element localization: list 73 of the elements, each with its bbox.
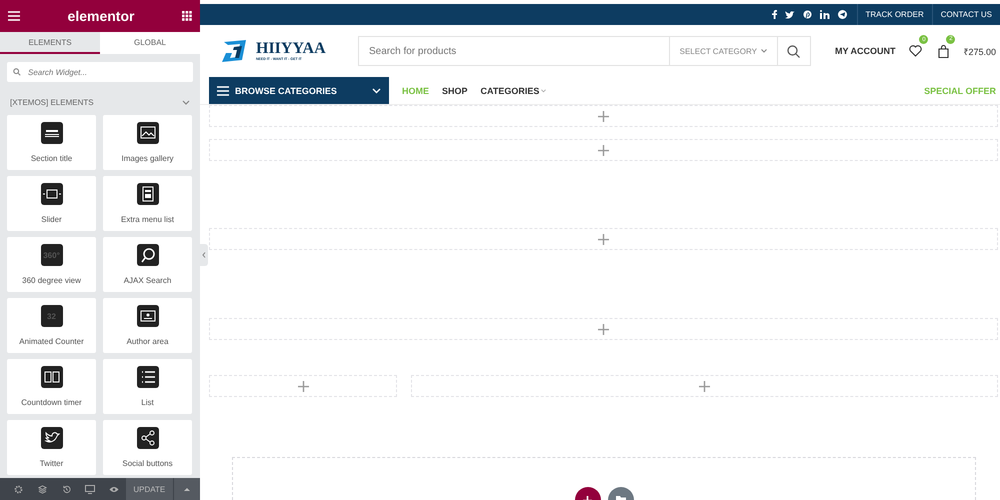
settings-icon[interactable] [14, 484, 22, 494]
menu-list-icon [136, 183, 158, 205]
search-icon [13, 68, 21, 76]
widget-label: 360 degree view [22, 276, 81, 285]
search-field[interactable]: Search Widget... [7, 62, 193, 82]
widget-card[interactable]: List [103, 359, 192, 414]
plus-icon[interactable] [598, 324, 609, 334]
widget-card[interactable]: Social buttons [103, 420, 192, 475]
widget-label: Slider [41, 215, 62, 224]
chevron-icon [372, 88, 381, 94]
chevron-icon [760, 49, 767, 53]
widget-card[interactable]: Images gallery [103, 115, 192, 170]
widget-label: List [141, 398, 154, 407]
widget-label: Social buttons [122, 459, 173, 468]
widget-card[interactable]: Countdown timer [7, 359, 96, 414]
widget-card[interactable]: Section title [7, 115, 96, 170]
widget-label: Images gallery [121, 154, 174, 163]
menu-icon [217, 86, 229, 96]
author-icon [136, 305, 158, 327]
topbar-link[interactable]: TRACK ORDER [856, 4, 932, 25]
image-icon [136, 122, 158, 144]
plus-icon[interactable] [598, 234, 609, 244]
widget-label: Animated Counter [19, 337, 84, 346]
plus-icon[interactable] [699, 380, 710, 392]
desktop-icon[interactable] [85, 484, 95, 494]
widget-label: Extra menu list [121, 215, 174, 224]
send-icon[interactable] [838, 10, 846, 19]
title-icon [40, 122, 62, 144]
browse-categories-button[interactable]: BROWSE CATEGORIES [209, 77, 389, 104]
nav-link[interactable]: SHOP [442, 86, 468, 96]
widget-label: Countdown timer [21, 398, 82, 407]
facebook-icon[interactable] [772, 10, 776, 19]
plus-icon[interactable] [598, 144, 609, 156]
heart-icon[interactable] [909, 45, 922, 57]
widget-card[interactable]: Slider [7, 176, 96, 231]
chevron-icon [541, 88, 546, 92]
widget-label: Twitter [40, 459, 64, 468]
widget-card[interactable]: Author area [103, 298, 192, 353]
apps-grid-icon[interactable] [182, 11, 192, 21]
nav-link[interactable]: CATEGORIES [480, 86, 546, 96]
widget-card[interactable]: Twitter [7, 420, 96, 475]
category-title: [XTEMOS] ELEMENTS [10, 98, 94, 107]
widget-card[interactable]: AJAX Search [103, 237, 192, 292]
plus-icon[interactable] [598, 110, 609, 122]
list-icon [136, 366, 158, 388]
topbar-link[interactable]: CONTACT US [932, 4, 1000, 25]
cart-total: ₹275.00 [963, 46, 996, 58]
widget-label: Author area [126, 337, 168, 346]
widget-label: AJAX Search [124, 276, 172, 285]
pin-icon[interactable] [802, 10, 812, 19]
slider-icon [40, 183, 62, 205]
plus-icon[interactable] [298, 380, 308, 392]
share-icon [136, 427, 158, 449]
linkedin-icon[interactable] [820, 10, 830, 19]
panel-tab[interactable]: ELEMENTS [0, 32, 100, 54]
layers-icon[interactable] [38, 484, 46, 494]
widget-label: Section title [30, 154, 72, 163]
collapse-handle[interactable] [200, 244, 208, 266]
product-search-field[interactable]: Search for products SELECT CATEGORY [358, 36, 811, 66]
app-logo: elementor [68, 8, 134, 24]
account-link[interactable]: MY ACCOUNT [834, 46, 896, 56]
menu-icon[interactable] [8, 11, 20, 21]
bird-icon [40, 427, 62, 449]
bag-icon[interactable] [938, 44, 950, 58]
chevron-icon[interactable] [182, 100, 190, 106]
eye-icon[interactable] [109, 486, 119, 492]
history-icon[interactable] [62, 484, 70, 494]
bird-icon[interactable] [784, 10, 794, 18]
search-icon [136, 244, 158, 266]
widget-card[interactable]: Extra menu list [103, 176, 192, 231]
update-button[interactable]: UPDATE [126, 478, 173, 500]
countdown-icon [40, 366, 62, 388]
widget-search-field[interactable]: Search Widget... [26, 66, 180, 78]
